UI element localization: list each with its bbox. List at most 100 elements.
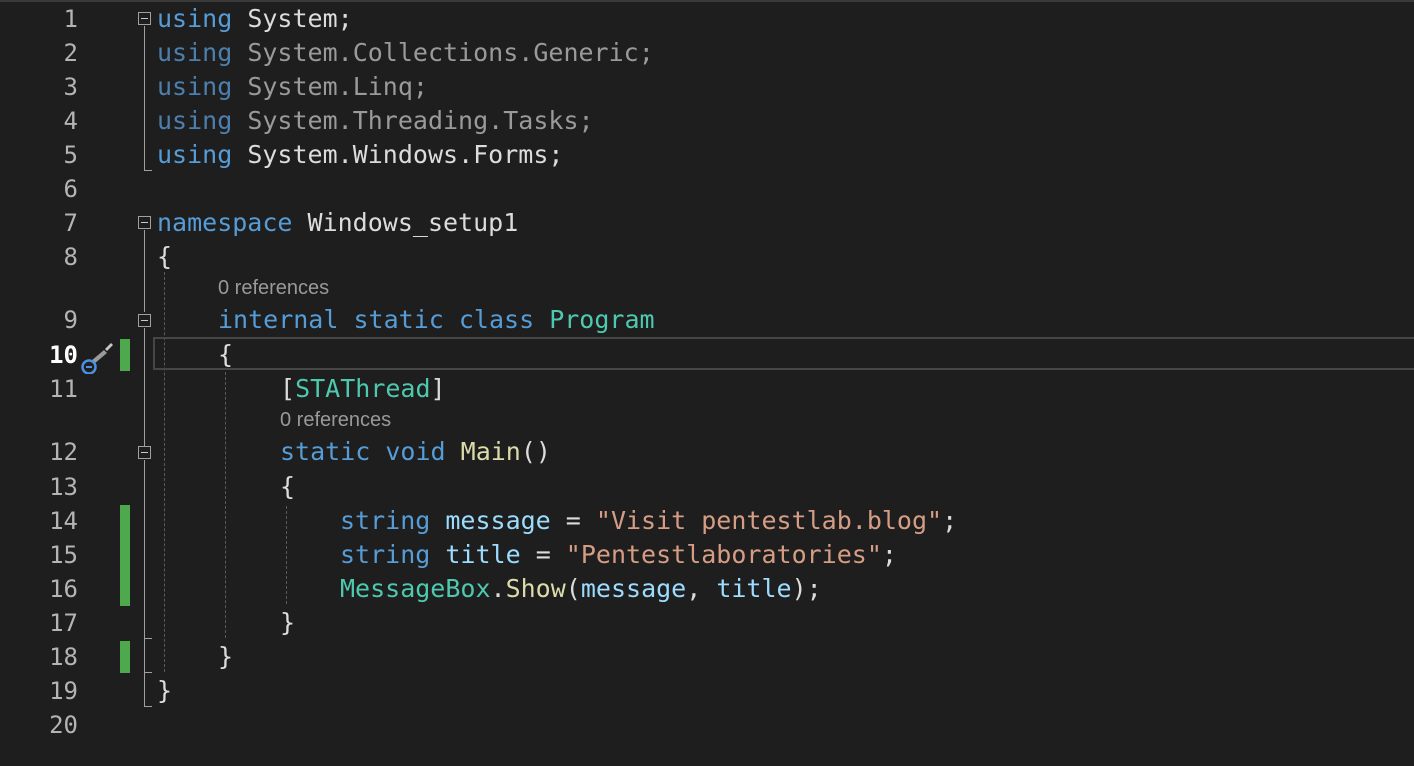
argument: title	[716, 574, 792, 603]
collapse-minus-icon[interactable]	[138, 12, 151, 25]
open-brace: {	[157, 242, 173, 271]
semicolon: ;	[578, 106, 594, 135]
keyword: using	[157, 38, 233, 67]
code-line-8[interactable]: {	[157, 240, 172, 274]
open-brace: {	[218, 340, 234, 369]
method-name: Main	[460, 437, 521, 466]
semicolon: ;	[412, 72, 428, 101]
bracket: ]	[430, 374, 446, 403]
dot: .	[337, 106, 353, 135]
code-line-3[interactable]: using System.Linq;	[157, 70, 428, 104]
line-number-current: 10	[49, 341, 78, 369]
code-line-4[interactable]: using System.Threading.Tasks;	[157, 104, 594, 138]
close-brace: }	[157, 676, 173, 705]
code-line-1[interactable]: using System;	[157, 2, 353, 36]
outline-guide-end	[144, 170, 152, 171]
line-number: 17	[49, 609, 78, 637]
keyword: using	[157, 72, 233, 101]
outline-guide	[144, 640, 145, 672]
semicolon: ;	[638, 38, 654, 67]
bracket: [	[280, 374, 296, 403]
line-number: 18	[49, 643, 78, 671]
namespace-part: Generic	[533, 38, 639, 67]
collapse-minus-icon[interactable]	[138, 216, 151, 229]
keyword: using	[157, 106, 233, 135]
namespace-part: Linq	[352, 72, 413, 101]
line-number: 6	[63, 175, 78, 203]
line-number: 16	[49, 575, 78, 603]
operator: =	[520, 540, 566, 569]
dot: .	[337, 72, 353, 101]
parens: ()	[520, 437, 551, 466]
dot: .	[458, 140, 474, 169]
code-line-18[interactable]: }	[218, 640, 233, 674]
code-line-12[interactable]: static void Main()	[280, 435, 551, 469]
variable: title	[445, 540, 521, 569]
change-indicator	[120, 641, 130, 673]
code-line-17[interactable]: }	[280, 606, 295, 640]
indent-guide	[225, 372, 226, 638]
attribute-name: STAThread	[295, 374, 431, 403]
line-number: 4	[63, 107, 78, 135]
outline-guide-end	[144, 706, 152, 707]
namespace-part: System	[247, 106, 338, 135]
argument: message	[580, 574, 687, 603]
semicolon: ;	[942, 506, 958, 535]
keyword: using	[157, 4, 233, 33]
current-line-highlight	[153, 337, 1414, 370]
paren: (	[565, 574, 581, 603]
keyword: internal	[218, 305, 339, 334]
keyword: namespace	[157, 208, 293, 237]
codelens-references[interactable]: 0 references	[218, 273, 329, 303]
close-brace: }	[280, 608, 296, 637]
code-line-14[interactable]: string message = "Visit pentestlab.blog"…	[340, 504, 957, 538]
class-name: MessageBox	[340, 574, 491, 603]
code-line-19[interactable]: }	[157, 674, 172, 708]
code-line-10[interactable]: {	[218, 338, 233, 372]
code-line-16[interactable]: MessageBox.Show(message, title);	[340, 572, 822, 606]
line-number: 1	[63, 5, 78, 33]
semicolon: ;	[881, 540, 897, 569]
outline-guide-end	[144, 672, 152, 673]
code-editor[interactable]: 1 2 3 4 5 6 7 8 9 10 11 12 13 14 15 16 1…	[0, 0, 1414, 766]
collapse-minus-icon[interactable]	[138, 314, 151, 327]
change-indicator	[120, 339, 130, 371]
keyword: void	[385, 437, 446, 466]
dot: .	[337, 38, 353, 67]
close-brace: }	[218, 642, 234, 671]
outline-guide	[144, 328, 145, 446]
comma: ,	[686, 574, 717, 603]
line-number: 14	[49, 507, 78, 535]
code-line-13[interactable]: {	[280, 470, 295, 504]
code-line-7[interactable]: namespace Windows_setup1	[157, 206, 518, 240]
keyword: static	[280, 437, 371, 466]
codelens-references[interactable]: 0 references	[280, 405, 391, 435]
line-number: 2	[63, 39, 78, 67]
paren-close: );	[791, 574, 822, 603]
dot: .	[488, 106, 504, 135]
dot: .	[490, 574, 506, 603]
dot: .	[337, 140, 353, 169]
screwdriver-icon[interactable]	[80, 340, 114, 374]
class-name: Program	[549, 305, 655, 334]
indent-guide	[164, 272, 165, 672]
namespace-part: System	[247, 140, 338, 169]
outline-guide	[144, 672, 145, 706]
code-line-15[interactable]: string title = "Pentestlaboratories";	[340, 538, 897, 572]
code-line-11[interactable]: [STAThread]	[280, 372, 446, 406]
change-indicator	[120, 505, 130, 606]
collapse-minus-icon[interactable]	[138, 446, 151, 459]
string-literal: "Visit pentestlab.blog"	[595, 506, 943, 535]
keyword: string	[340, 506, 431, 535]
method-name: Show	[505, 574, 566, 603]
code-line-5[interactable]: using System.Windows.Forms;	[157, 138, 563, 172]
code-line-9[interactable]: internal static class Program	[218, 303, 655, 337]
namespace-part: Collections	[352, 38, 519, 67]
outline-guide	[144, 230, 145, 312]
namespace-part: Tasks	[503, 106, 579, 135]
string-literal: "Pentestlaboratories"	[565, 540, 882, 569]
keyword: static	[353, 305, 444, 334]
code-line-2[interactable]: using System.Collections.Generic;	[157, 36, 654, 70]
line-number: 3	[63, 73, 78, 101]
line-number: 12	[49, 438, 78, 466]
